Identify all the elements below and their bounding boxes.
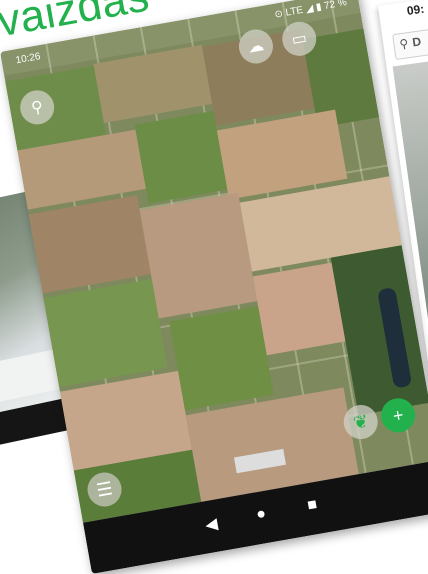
search-icon: ⚲ xyxy=(398,36,410,52)
forest xyxy=(330,245,428,416)
field xyxy=(252,262,346,356)
status-time: 10:26 xyxy=(14,51,42,67)
recents-icon[interactable]: ■ xyxy=(306,496,319,515)
status-time: 09: xyxy=(406,1,426,18)
field xyxy=(43,279,168,387)
back-icon[interactable]: ◀ xyxy=(204,514,220,536)
main-phone: 10:26 ⊙ LTE ◢ ▮ 72 % ⚲ ☁ ▭ ☰ ❦ + ◀ ● ■ xyxy=(0,0,428,574)
field xyxy=(139,192,258,319)
search-input[interactable]: ⚲ D xyxy=(392,20,428,61)
field xyxy=(28,195,151,294)
status-right: ⊙ LTE ◢ ▮ 72 % xyxy=(274,0,348,21)
search-value: D xyxy=(411,34,422,50)
signal-label: LTE xyxy=(284,4,304,19)
field xyxy=(134,110,228,204)
battery-level: 72 % xyxy=(323,0,348,12)
home-icon[interactable]: ● xyxy=(255,505,268,524)
field xyxy=(169,306,274,411)
